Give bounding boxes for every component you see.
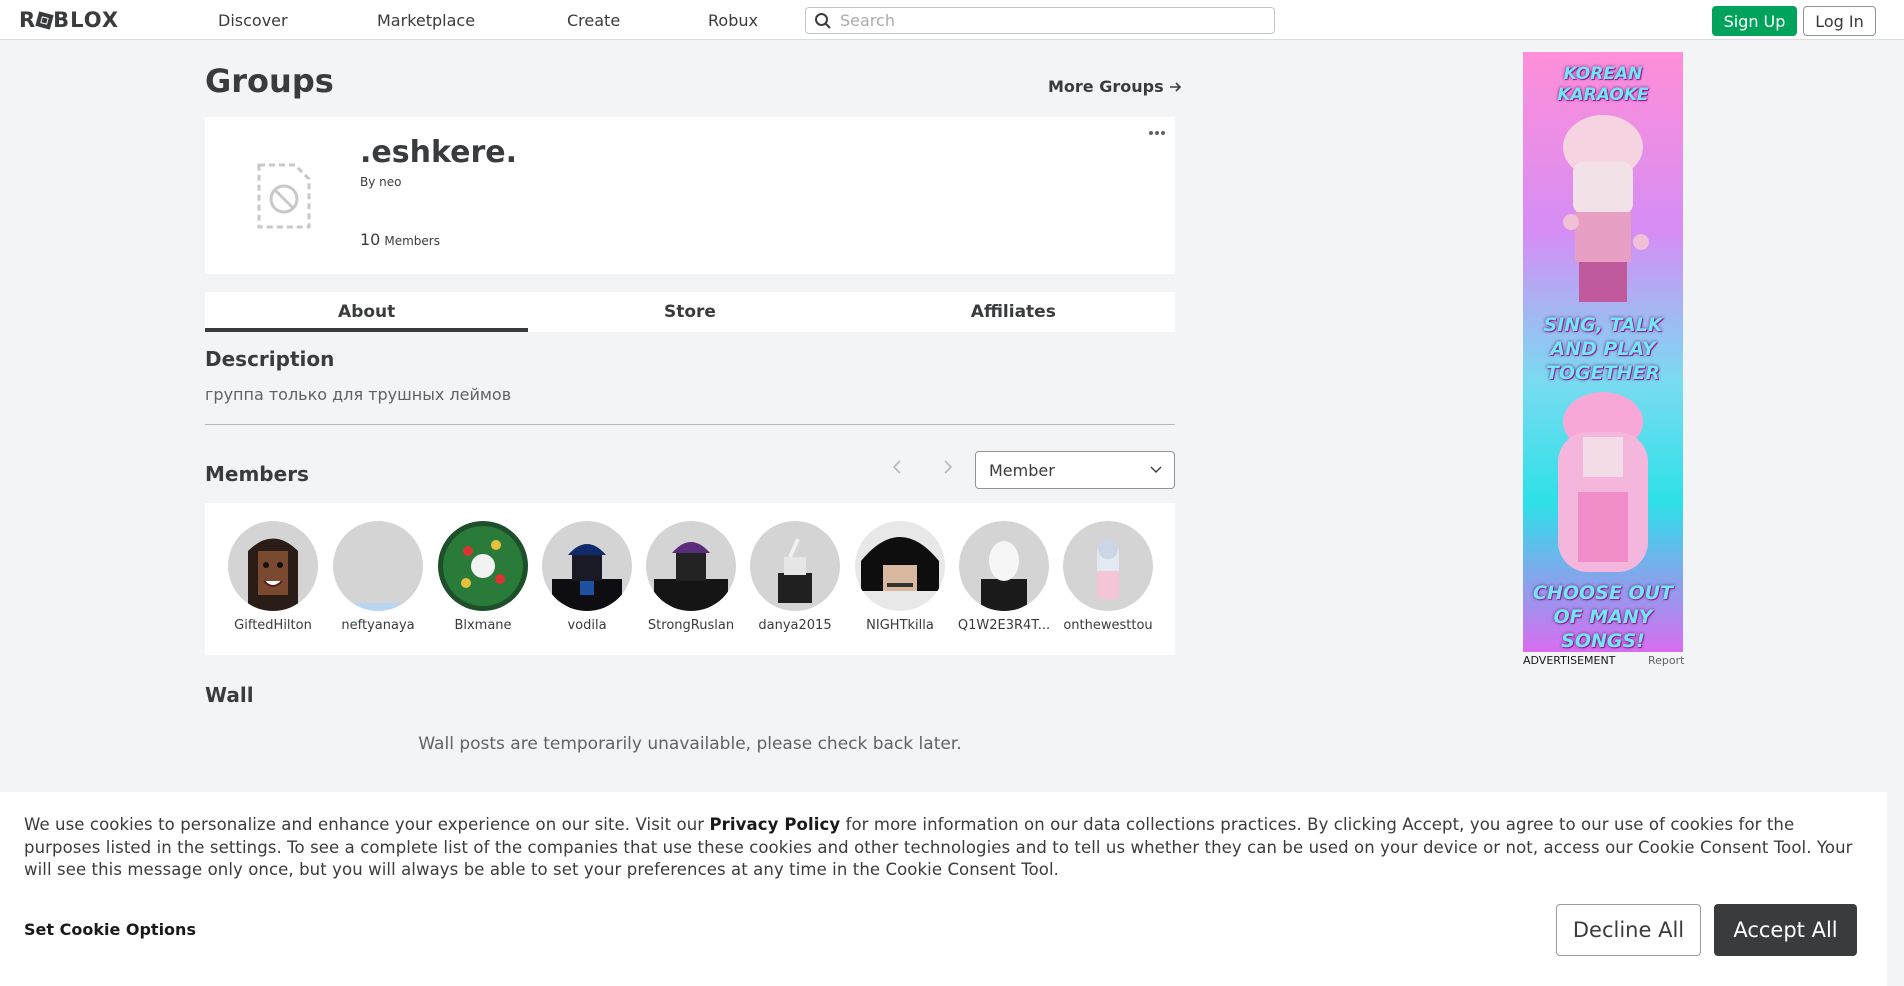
- member-name: NIGHTkilla: [866, 618, 934, 633]
- chevron-down-icon: [1150, 466, 1162, 473]
- avatar: [333, 521, 423, 611]
- member-card[interactable]: vodila: [535, 521, 639, 633]
- avatar: [750, 521, 840, 611]
- roblox-logo[interactable]: R BLOX: [19, 8, 119, 32]
- group-header-card: .eshkere. By neo 10 Members: [205, 117, 1175, 274]
- member-name: vodila: [567, 618, 607, 633]
- tab-affiliates[interactable]: Affiliates: [852, 292, 1175, 332]
- advertisement-label: ADVERTISEMENT: [1523, 654, 1616, 667]
- avatar: [959, 521, 1049, 611]
- group-member-count: 10 Members: [360, 230, 440, 249]
- top-navigation-bar: R BLOX Discover Marketplace Create Robux …: [0, 0, 1904, 40]
- member-name: onthewesttou: [1063, 618, 1153, 633]
- member-name: Blxmane: [454, 618, 512, 633]
- nav-create[interactable]: Create: [567, 11, 620, 30]
- nav-robux[interactable]: Robux: [708, 11, 758, 30]
- search-icon[interactable]: [814, 12, 832, 30]
- description-title: Description: [205, 347, 335, 371]
- member-card[interactable]: danya2015: [743, 521, 847, 633]
- tab-store[interactable]: Store: [528, 292, 851, 332]
- member-card[interactable]: GiftedHilton: [221, 521, 325, 633]
- set-cookie-options-link[interactable]: Set Cookie Options: [24, 920, 196, 939]
- log-in-button[interactable]: Log In: [1803, 6, 1876, 36]
- nav-discover[interactable]: Discover: [218, 11, 288, 30]
- avatar: [855, 521, 945, 611]
- cookie-message: We use cookies to personalize and enhanc…: [24, 814, 1874, 882]
- avatar: [542, 521, 632, 611]
- members-title: Members: [205, 462, 309, 486]
- member-name: Q1W2E3R4T...: [957, 618, 1051, 633]
- avatar: [228, 521, 318, 611]
- group-tabs: About Store Affiliates: [205, 292, 1175, 332]
- advertisement-banner[interactable]: KOREAN KARAOKE SING, TALK AND PLAY TOGET…: [1523, 52, 1683, 652]
- member-name: neftyanaya: [341, 618, 415, 633]
- member-card[interactable]: NIGHTkilla: [848, 521, 952, 633]
- decline-all-button[interactable]: Decline All: [1556, 904, 1701, 956]
- role-dropdown-value: Member: [989, 460, 1055, 480]
- cookie-message-part1: We use cookies to personalize and enhanc…: [24, 815, 710, 834]
- ad-character-image: [1563, 115, 1649, 302]
- group-owner-link[interactable]: neo: [379, 175, 401, 189]
- report-ad-link[interactable]: Report: [1648, 654, 1684, 667]
- previous-page-icon[interactable]: [891, 459, 903, 475]
- member-name: GiftedHilton: [234, 618, 312, 633]
- member-count-label: Members: [384, 234, 440, 248]
- search-box: [805, 7, 1275, 34]
- page-title: Groups: [205, 62, 334, 100]
- member-card[interactable]: onthewesttou: [1056, 521, 1160, 633]
- accept-all-button[interactable]: Accept All: [1714, 904, 1857, 956]
- group-emblem-placeholder-icon: [257, 163, 311, 229]
- nav-marketplace[interactable]: Marketplace: [377, 11, 475, 30]
- ad-tagline: SING, TALK AND PLAY TOGETHER: [1543, 314, 1663, 384]
- member-card[interactable]: neftyanaya: [326, 521, 430, 633]
- arrow-right-icon: [1169, 81, 1181, 92]
- member-card[interactable]: Q1W2E3R4T...: [952, 521, 1056, 633]
- ad-character-image-2: [1558, 392, 1648, 572]
- description-text: группа только для трушных леймов: [205, 385, 512, 404]
- members-list: GiftedHilton neftyanaya Blxmane vodila S…: [205, 503, 1175, 655]
- member-name: StrongRuslan: [647, 618, 735, 633]
- member-name: danya2015: [758, 618, 832, 633]
- group-by-prefix: By: [360, 175, 376, 189]
- role-dropdown[interactable]: Member: [975, 451, 1175, 489]
- wall-unavailable-message: Wall posts are temporarily unavailable, …: [418, 734, 962, 754]
- search-input[interactable]: [840, 11, 1260, 30]
- ad-headline: KOREAN KARAOKE: [1557, 64, 1649, 106]
- privacy-policy-link[interactable]: Privacy Policy: [709, 815, 840, 834]
- cookie-consent-banner: We use cookies to personalize and enhanc…: [0, 792, 1887, 986]
- more-groups-label: More Groups: [1048, 77, 1164, 96]
- sign-up-button[interactable]: Sign Up: [1712, 6, 1797, 36]
- wall-title: Wall: [205, 683, 254, 707]
- ad-cta: CHOOSE OUT OF MANY SONGS!: [1533, 582, 1673, 652]
- avatar: [438, 521, 528, 611]
- section-divider: [205, 424, 1175, 425]
- group-owner-line: By neo: [360, 175, 402, 189]
- member-count-value: 10: [360, 230, 381, 249]
- more-groups-link[interactable]: More Groups: [1048, 77, 1182, 96]
- tab-about[interactable]: About: [205, 292, 529, 332]
- avatar: [646, 521, 736, 611]
- member-card[interactable]: StrongRuslan: [639, 521, 743, 633]
- avatar: [1063, 521, 1153, 611]
- group-name: .eshkere.: [360, 135, 517, 170]
- more-options-icon[interactable]: [1149, 131, 1165, 135]
- member-card[interactable]: Blxmane: [431, 521, 535, 633]
- next-page-icon[interactable]: [942, 459, 954, 475]
